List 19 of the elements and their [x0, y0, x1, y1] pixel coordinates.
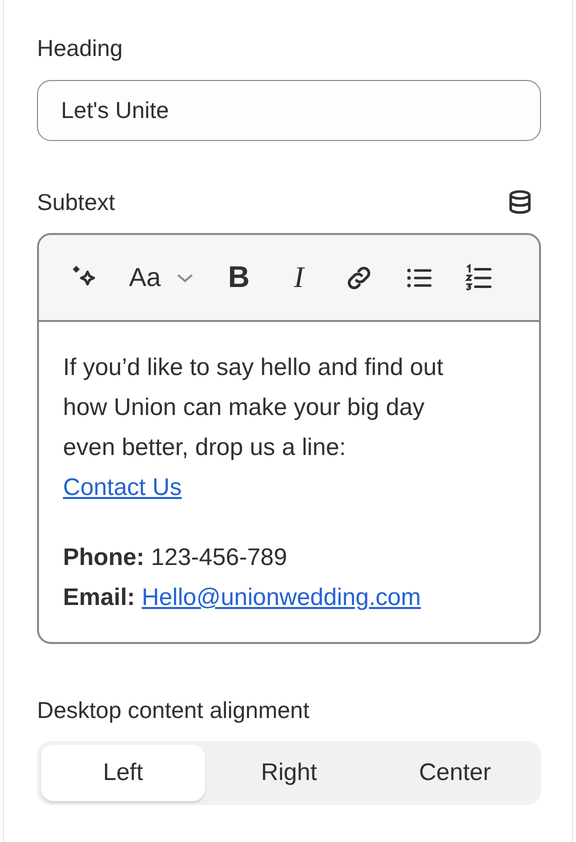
contact-value: 123-456-789: [151, 544, 288, 571]
field-label: Heading: [37, 34, 124, 63]
contact-label: Email:: [63, 584, 136, 611]
text-style-dropdown[interactable]: Aa: [123, 256, 201, 300]
segment-tab[interactable]: Left: [41, 745, 205, 801]
contact-link[interactable]: Contact Us: [63, 474, 182, 501]
rich-text-editor[interactable]: Aa B I If you’d like to say hello and find out how Union can make your big day even better, drop us a line: Contact Us Phone: 123-456-789 Email: Hello@unionwedding.com: [37, 233, 541, 644]
segment-tab[interactable]: Center: [373, 745, 537, 801]
field-label: Subtext: [37, 188, 115, 217]
segment-tab[interactable]: Right: [207, 745, 371, 801]
contact-label: Phone:: [63, 544, 144, 571]
bold-button[interactable]: B: [216, 256, 261, 300]
italic-button[interactable]: I: [276, 256, 321, 300]
field-label: Desktop content alignment: [37, 696, 310, 725]
numbered-list-icon: [464, 262, 494, 292]
email-link[interactable]: Hello@unionwedding.com: [142, 584, 421, 611]
chevron-down-icon: [174, 272, 195, 284]
input-field[interactable]: Let's Unite: [37, 80, 541, 141]
paragraph: If you’d like to say hello and find out how Union can make your big day even better, drop us a line: Contact Us: [63, 353, 444, 503]
